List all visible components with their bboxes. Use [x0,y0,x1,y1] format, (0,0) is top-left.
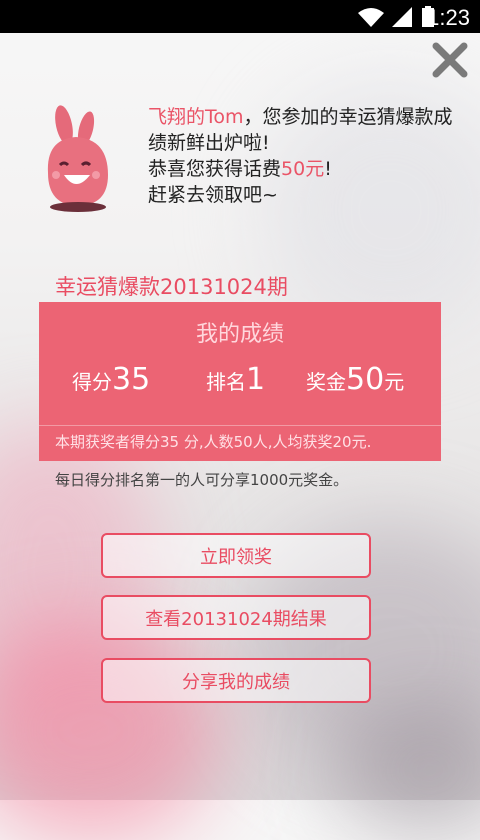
status-time: 1:23 [427,5,470,30]
close-icon[interactable] [432,42,468,78]
mascot-icon [47,105,108,212]
status-bar: 1:23 [0,0,480,33]
claim-prize-button[interactable]: 立即领奖 [101,533,371,578]
card-divider [39,425,441,426]
message-line3: 赶紧去领取吧~ [148,184,278,206]
prize-value: 50 [346,362,385,397]
score-value: 35 [112,362,151,397]
score-label: 得分 [72,370,112,394]
rank-label: 排名 [206,370,246,394]
prize-stat: 奖金50元 [306,362,404,397]
user-name: 飞翔的Tom [148,106,244,128]
prize-amount: 50元 [281,158,325,180]
wifi-icon [358,8,384,27]
rank-stat: 排名1 [206,362,265,397]
share-score-button[interactable]: 分享我的成绩 [101,658,371,703]
prize-label: 奖金 [306,370,346,394]
prize-unit: 元 [384,370,405,394]
daily-note: 每日得分排名第一的人可分享1000元奖金。 [55,471,349,489]
period-title: 幸运猜爆款20131024期 [55,275,288,299]
card-title: 我的成绩 [195,322,284,347]
message-line2-prefix: 恭喜您获得话费 [148,158,282,180]
rank-value: 1 [246,362,266,397]
signal-icon [392,7,412,27]
result-message: 飞翔的Tom，您参加的幸运猜爆款成绩新鲜出炉啦! 恭喜您获得话费50元! 赶紧去… [148,104,458,208]
winners-note: 本期获奖者得分35 分,人数50人,人均获奖20元. [55,433,372,451]
score-card: 我的成绩 得分35 排名1 奖金50元 本期获奖者得分35 分,人数50人,人均… [39,302,441,461]
view-results-button[interactable]: 查看20131024期结果 [101,595,371,640]
score-stat: 得分35 [72,362,150,397]
message-line2-suffix: ! [324,158,332,180]
